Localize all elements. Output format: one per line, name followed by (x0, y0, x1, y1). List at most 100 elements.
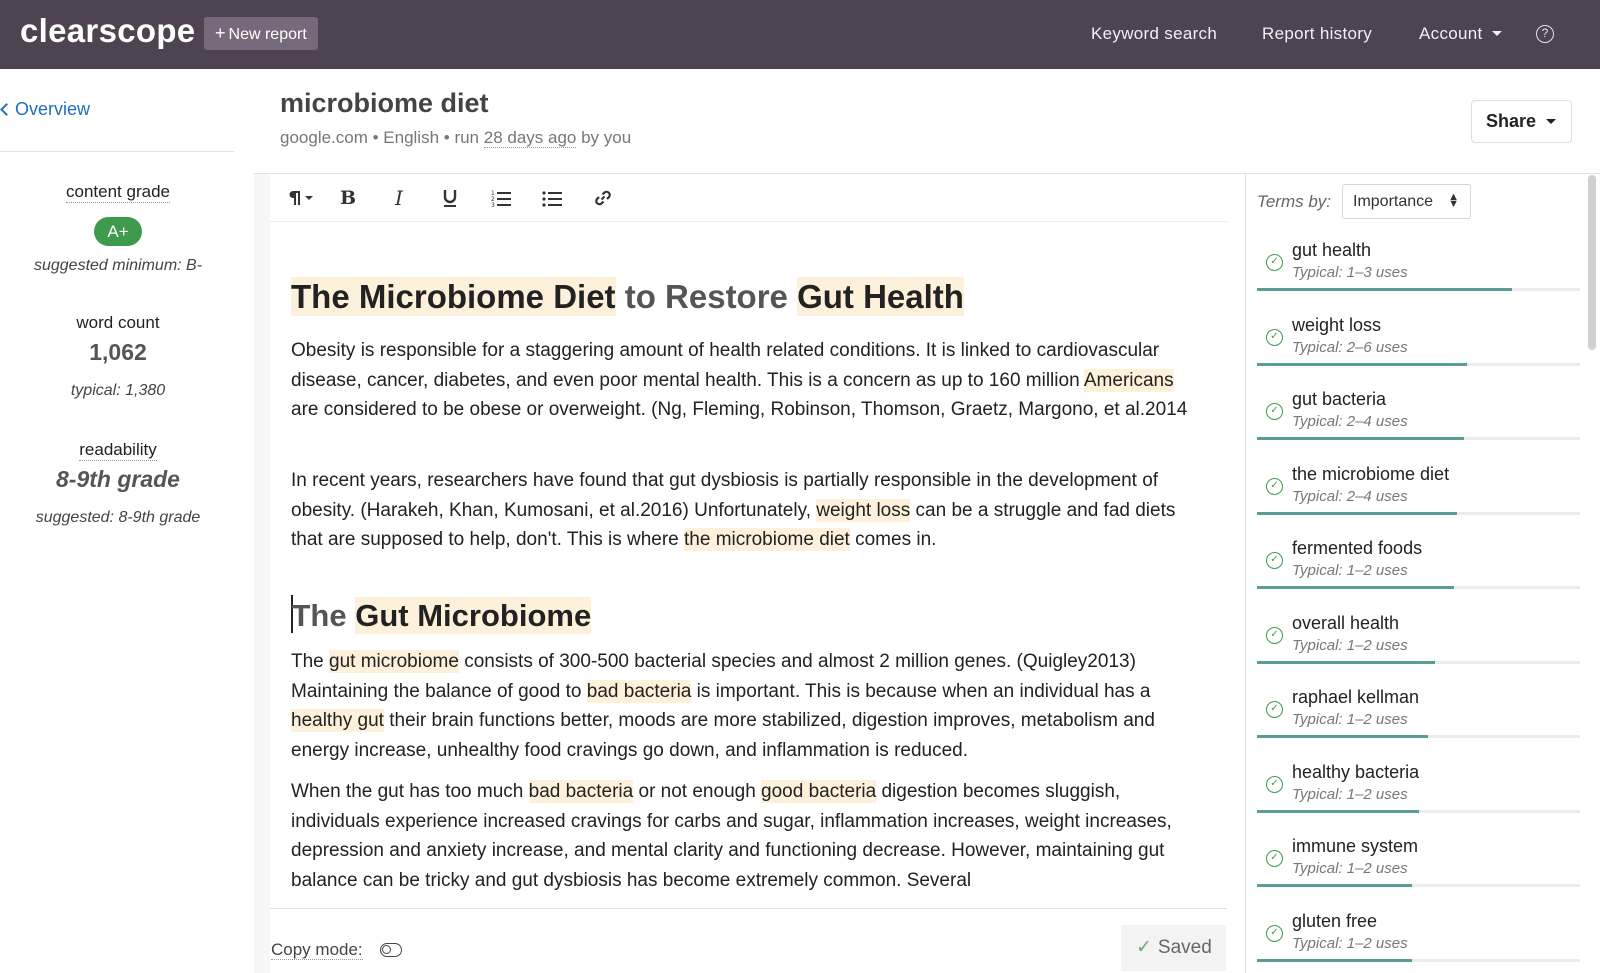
term-item[interactable]: ✓ weight loss Typical: 2–6 uses (1257, 311, 1580, 373)
chevron-left-icon (0, 103, 13, 116)
term-item[interactable]: ✓ healthy bacteria Typical: 1–2 uses (1257, 758, 1580, 820)
term-item[interactable]: ✓ gluten free Typical: 1–2 uses (1257, 907, 1580, 969)
term-progress-fill (1257, 586, 1455, 589)
italic-icon[interactable]: I (385, 184, 413, 212)
editor-bottom-divider (270, 908, 1227, 909)
report-title: microbiome diet (280, 88, 489, 118)
new-report-button[interactable]: + New report (204, 17, 318, 50)
term-progress-track (1257, 660, 1580, 664)
word-count-value: 1,062 (89, 339, 147, 365)
term-item[interactable]: ✓ overall health Typical: 1–2 uses (1257, 609, 1580, 671)
highlighted-term: bad bacteria (528, 780, 634, 803)
term-progress-track (1257, 511, 1580, 515)
term-name: overall health (1292, 612, 1400, 633)
highlighted-term: good bacteria (761, 780, 877, 803)
highlighted-term: Gut Health (797, 277, 964, 316)
terms-by-label: Terms by: (1257, 192, 1332, 211)
term-item[interactable]: ✓ the microbiome diet Typical: 2–4 uses (1257, 460, 1580, 522)
bold-icon[interactable]: B (334, 184, 362, 212)
term-item[interactable]: ✓ immune system Typical: 1–2 uses (1257, 832, 1580, 894)
check-circle-icon: ✓ (1266, 403, 1283, 420)
doc-paragraph-4: When the gut has too much bad bacteria o… (291, 777, 1191, 895)
term-progress-track (1257, 735, 1580, 738)
term-progress-fill (1257, 437, 1464, 440)
term-progress-track (1257, 437, 1580, 440)
term-typical-uses: Typical: 2–6 uses (1292, 338, 1408, 356)
check-icon: ✓ (1136, 937, 1152, 958)
underline-icon[interactable] (436, 184, 464, 212)
nav-report-history[interactable]: Report history (1262, 24, 1372, 44)
editor-gutter (254, 174, 270, 973)
term-progress-track (1257, 809, 1580, 813)
check-circle-icon: ✓ (1266, 850, 1283, 867)
doc-heading-2: The Gut Microbiome (291, 595, 592, 634)
check-circle-icon: ✓ (1266, 775, 1283, 793)
report-meta: google.com • English • run 28 days ago b… (280, 128, 631, 148)
highlighted-term: healthy gut (291, 709, 384, 732)
overview-link[interactable]: Overview (0, 99, 91, 120)
paragraph-text: is important. This is because when an in… (691, 680, 1151, 702)
term-name: fermented foods (1292, 538, 1423, 558)
term-progress-track (1257, 958, 1580, 962)
share-button[interactable]: Share (1471, 100, 1572, 143)
term-item[interactable]: ✓ gut health Typical: 1–3 uses (1257, 236, 1580, 298)
term-item[interactable]: ✓ gut bacteria Typical: 2–4 uses (1257, 385, 1580, 447)
term-progress-fill (1257, 809, 1419, 813)
share-label: Share (1486, 111, 1537, 131)
term-item[interactable]: ✓ raphael kellman Typical: 1–2 uses (1257, 683, 1580, 745)
check-circle-icon: ✓ (1266, 552, 1283, 569)
report-run-time: 28 days ago (483, 128, 577, 148)
copy-mode-label: Copy mode: (271, 940, 363, 960)
term-progress-track (1257, 362, 1580, 366)
terms-sort-select[interactable]: Importance ▲ ▼ (1342, 184, 1471, 219)
term-progress-fill (1257, 735, 1429, 738)
caret-down-icon (1491, 31, 1502, 36)
question-circle-icon[interactable]: ? (1536, 25, 1554, 43)
term-item[interactable]: ✓ fermented foods Typical: 1–2 uses (1257, 534, 1580, 596)
word-count-label: word count (76, 313, 160, 332)
report-meta-suffix: by you (576, 128, 632, 147)
term-name: immune system (1292, 836, 1419, 856)
link-icon[interactable] (589, 184, 617, 212)
term-typical-uses: Typical: 1–2 uses (1292, 636, 1408, 654)
brand-logo[interactable]: clearscope (20, 12, 195, 50)
paragraph-text: Obesity is responsible for a staggering … (291, 340, 1160, 391)
highlighted-term: Americans (1083, 368, 1174, 392)
nav-account[interactable]: Account (1419, 24, 1502, 44)
term-typical-uses: Typical: 1–3 uses (1292, 264, 1408, 281)
check-circle-icon: ✓ (1266, 626, 1283, 644)
paragraph-text: The (291, 651, 330, 672)
copy-mode-toggle[interactable] (380, 943, 402, 957)
new-report-label: New report (228, 26, 307, 43)
terms-sort-value: Importance (1353, 193, 1434, 210)
doc-paragraph-3: The gut microbiome consists of 300-500 b… (291, 647, 1191, 765)
term-name: gut health (1292, 240, 1372, 260)
terms-scrollbar[interactable] (1588, 175, 1596, 350)
heading-text: The (291, 598, 356, 633)
term-progress-fill (1257, 288, 1513, 291)
term-name: weight loss (1292, 314, 1382, 335)
readability-value: 8-9th grade (56, 466, 180, 492)
term-typical-uses: Typical: 2–4 uses (1292, 487, 1408, 505)
term-typical-uses: Typical: 1–2 uses (1292, 785, 1408, 803)
ordered-list-icon[interactable]: 123 (487, 184, 515, 212)
term-name: gut bacteria (1292, 389, 1387, 409)
term-name: healthy bacteria (1292, 761, 1420, 782)
overview-label: Overview (15, 99, 91, 119)
check-circle-icon: ✓ (1266, 328, 1283, 346)
term-progress-track (1257, 884, 1580, 887)
content-grade-label: content grade (66, 182, 170, 203)
highlighted-term: gut microbiome (329, 650, 459, 673)
term-name: the microbiome diet (1292, 463, 1450, 484)
doc-paragraph-1: Obesity is responsible for a staggering … (291, 336, 1191, 425)
bullet-list-icon[interactable] (538, 184, 566, 212)
paragraph-text: When the gut has too much (291, 781, 529, 802)
sidebar: Overview content grade A+ suggested mini… (0, 69, 254, 973)
paragraph-icon[interactable] (282, 184, 318, 212)
nav-account-label: Account (1419, 24, 1483, 43)
content-editor[interactable]: The Microbiome Diet to Restore Gut Healt… (270, 223, 1227, 908)
content-grade-hint: suggested minimum: B- (33, 257, 203, 274)
highlighted-term: bad bacteria (586, 679, 692, 703)
top-navbar: clearscope + New report Keyword search Re… (0, 0, 1600, 69)
nav-keyword-search[interactable]: Keyword search (1091, 24, 1217, 44)
